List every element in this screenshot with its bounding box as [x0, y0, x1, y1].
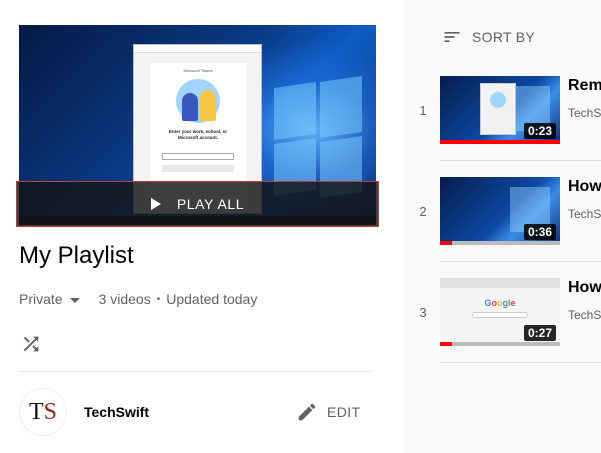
video-thumbnail[interactable]: 0:36 [440, 177, 560, 245]
video-thumbnail[interactable]: Google 0:27 [440, 278, 560, 346]
windows-logo [274, 76, 364, 198]
pencil-icon [298, 403, 316, 421]
chevron-down-icon [69, 297, 80, 303]
playlist-sidebar: Microsoft Teams Enter your work, school,… [0, 0, 404, 453]
video-index: 2 [419, 204, 427, 219]
meta-separator: • [156, 293, 161, 305]
divider [19, 371, 371, 372]
video-channel[interactable]: TechS [568, 308, 601, 322]
owner-name[interactable]: TechSwift [84, 404, 149, 420]
video-channel[interactable]: TechS [568, 207, 601, 221]
dialog-brand: Microsoft Teams [183, 68, 213, 73]
video-duration: 0:36 [523, 224, 556, 240]
item-separator [440, 362, 601, 363]
play-all-label: PLAY ALL [176, 196, 245, 212]
sort-by-label: SORT BY [472, 29, 536, 45]
watch-progress [440, 342, 560, 346]
playlist-title: My Playlist [19, 242, 134, 269]
video-title[interactable]: How [568, 279, 601, 297]
video-index: 1 [419, 103, 427, 118]
video-duration: 0:27 [523, 325, 556, 341]
video-channel[interactable]: TechS [568, 106, 601, 120]
item-separator [440, 160, 601, 161]
play-all-button[interactable]: PLAY ALL [16, 181, 379, 227]
item-separator [440, 261, 601, 262]
video-thumbnail[interactable]: 0:23 [440, 76, 560, 144]
edit-button[interactable]: EDIT [296, 401, 361, 423]
play-icon [150, 198, 161, 210]
updated-text: Updated today [166, 291, 258, 307]
playlist-video-item[interactable]: 3 Google 0:27 How TechS [404, 272, 601, 366]
video-index: 3 [419, 305, 427, 320]
video-duration: 0:23 [523, 123, 556, 139]
sort-by-button[interactable]: SORT BY [442, 27, 535, 47]
video-title[interactable]: How [568, 178, 601, 196]
playlist-meta: Private 3 videos • Updated today [19, 291, 257, 307]
watch-progress [440, 241, 560, 245]
edit-label: EDIT [327, 404, 361, 420]
privacy-label: Private [19, 291, 63, 307]
watch-progress [440, 140, 560, 144]
playlist-videos-panel: SORT BY 1 0:23 Rem TechS 2 0:36 How Tech… [404, 0, 601, 453]
dialog-prompt: Enter your work, school, or Microsoft ac… [168, 129, 228, 140]
playlist-video-item[interactable]: 2 0:36 How TechS [404, 171, 601, 265]
video-count: 3 videos [98, 291, 151, 307]
shuffle-button[interactable] [20, 333, 42, 355]
video-title[interactable]: Rem [568, 77, 601, 95]
privacy-dropdown[interactable]: Private [19, 291, 80, 307]
playlist-video-item[interactable]: 1 0:23 Rem TechS [404, 70, 601, 164]
google-logo: Google [484, 298, 516, 308]
sort-icon [444, 32, 460, 42]
shuffle-icon [23, 336, 39, 352]
avatar[interactable]: TS [19, 388, 67, 436]
